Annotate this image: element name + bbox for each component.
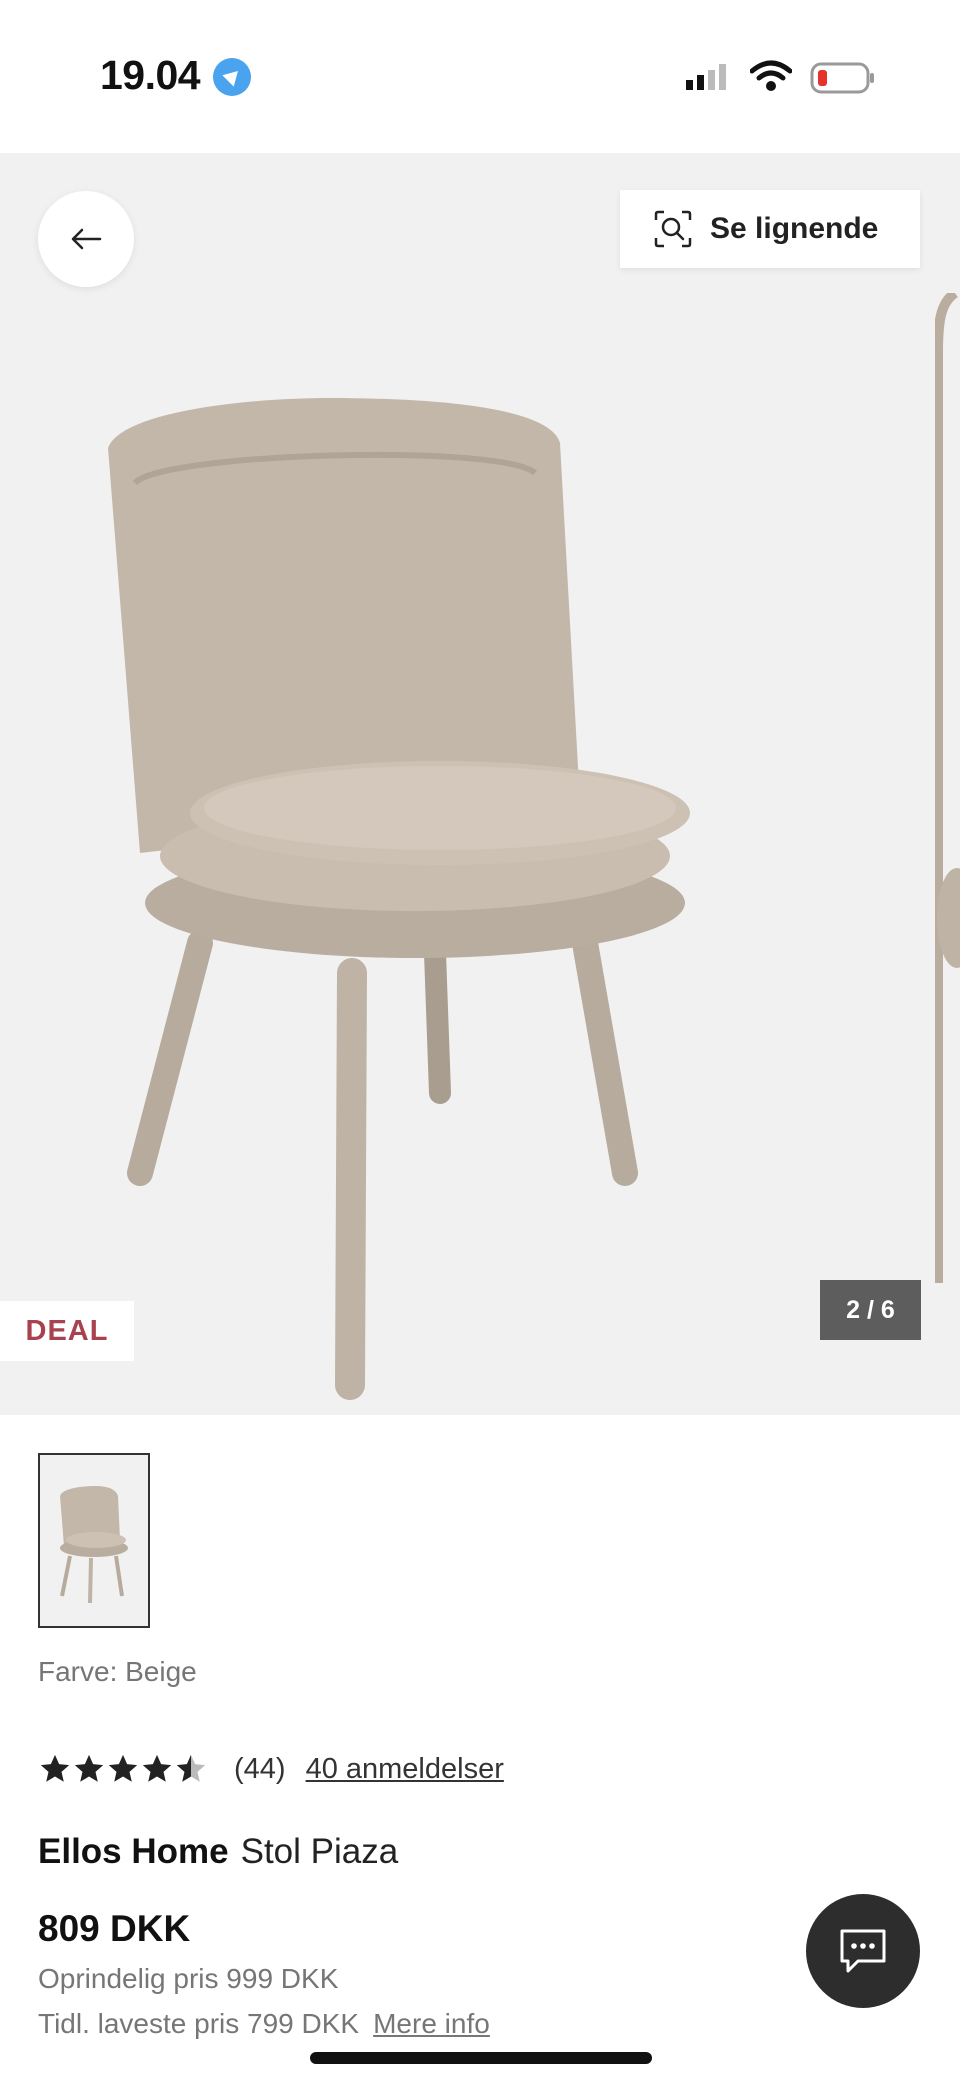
brand-name[interactable]: Ellos Home xyxy=(38,1832,229,1871)
location-icon xyxy=(213,58,251,96)
deal-badge: DEAL xyxy=(0,1301,134,1361)
star-icon xyxy=(108,1754,138,1782)
product-image xyxy=(108,398,690,1400)
battery-low-icon xyxy=(810,62,874,94)
reviews-link[interactable]: 40 anmeldelser xyxy=(306,1753,504,1786)
arrow-left-icon xyxy=(71,228,102,250)
status-time: 19.04 xyxy=(100,52,201,98)
product-title: Ellos Home Stol Piaza xyxy=(38,1832,398,1872)
cellular-signal-icon xyxy=(686,64,726,90)
next-image-peek xyxy=(935,293,960,1283)
original-price: Oprindelig pris 999 DKK xyxy=(38,1963,339,1994)
more-info-link[interactable]: Mere info xyxy=(373,2008,490,2039)
lowest-price-row: Tidl. laveste pris 799 DKK Mere info xyxy=(38,2008,490,2040)
star-half-icon xyxy=(176,1754,206,1782)
see-similar-label: Se lignende xyxy=(710,212,879,245)
chat-button[interactable] xyxy=(806,1894,920,2008)
thumbnail-image xyxy=(60,1485,128,1603)
star-icon xyxy=(40,1754,70,1782)
chat-bubble-icon xyxy=(840,1929,886,1973)
lowest-price: Tidl. laveste pris 799 DKK xyxy=(38,2008,360,2039)
see-similar-button[interactable]: Se lignende xyxy=(620,190,920,268)
star-rating xyxy=(38,1752,208,1786)
star-icon xyxy=(142,1754,172,1782)
rating-row[interactable]: (44) 40 anmeldelser xyxy=(38,1752,504,1786)
image-counter: 2 / 6 xyxy=(820,1280,921,1340)
rating-count: (44) xyxy=(234,1752,286,1785)
back-button[interactable] xyxy=(38,191,134,287)
color-label: Farve: Beige xyxy=(38,1656,197,1687)
home-indicator xyxy=(310,2052,652,2064)
star-icon xyxy=(74,1754,104,1782)
product-name: Stol Piaza xyxy=(240,1832,399,1871)
product-image-gallery[interactable]: Se lignende DEAL 2 / 6 xyxy=(0,153,960,1415)
status-bar: 19.04 xyxy=(0,0,960,153)
color-thumbnail[interactable] xyxy=(38,1453,150,1628)
visual-search-icon xyxy=(654,210,692,248)
price: 809 DKK xyxy=(38,1908,191,1949)
wifi-icon xyxy=(750,60,792,91)
